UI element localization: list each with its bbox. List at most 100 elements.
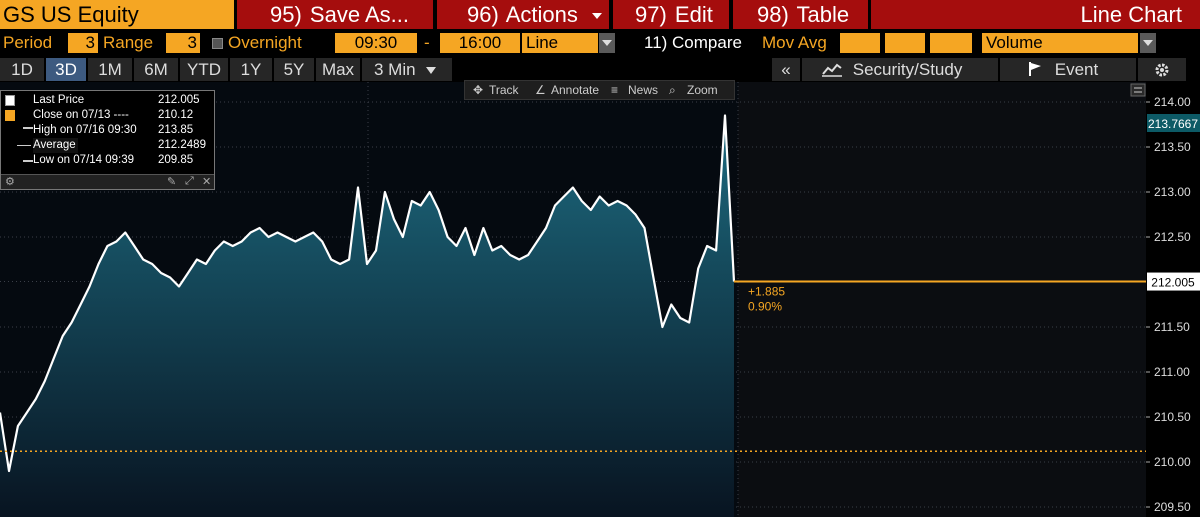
close-icon[interactable]: ✕ bbox=[202, 175, 211, 188]
annotate-icon[interactable]: ∠ bbox=[535, 81, 546, 100]
legend-value: 209.85 bbox=[158, 154, 194, 166]
tab-5y[interactable]: 5Y bbox=[274, 58, 314, 81]
legend-value: 212.005 bbox=[158, 94, 200, 106]
title-bar: GS US Equity 95) Save As... 96) Actions … bbox=[0, 0, 1200, 49]
tab-ytd[interactable]: YTD bbox=[180, 58, 228, 81]
last-price-tag: 212.005 bbox=[1151, 276, 1195, 290]
legend-toolbar: ⚙ ✎ ⤢ ✕ bbox=[1, 174, 214, 189]
mov-avg-field-3[interactable] bbox=[930, 33, 972, 53]
save-as-button[interactable]: 95) Save As... bbox=[237, 0, 433, 29]
overnight-checkbox[interactable] bbox=[212, 38, 223, 49]
news-icon[interactable]: ≡ bbox=[611, 81, 618, 100]
annotate-button[interactable]: Annotate bbox=[551, 81, 599, 100]
chart-style-select[interactable]: Line bbox=[522, 33, 598, 53]
average-marker-icon bbox=[17, 145, 31, 146]
interval-caret-icon bbox=[426, 67, 437, 75]
chart-type-title: Line Chart bbox=[871, 0, 1200, 29]
y-tick-label: 213.50 bbox=[1154, 140, 1191, 154]
legend-value: 212.2489 bbox=[158, 139, 206, 151]
table-num: 98) bbox=[757, 2, 789, 27]
y-tick-label: 213.00 bbox=[1154, 185, 1191, 199]
close-swatch-icon bbox=[5, 110, 15, 121]
overnight-label: Overnight bbox=[228, 33, 302, 52]
start-time-input[interactable]: 09:30 bbox=[335, 33, 417, 53]
legend-box[interactable]: Last Price 212.005 Close on 07/13 ---- 2… bbox=[0, 90, 215, 190]
legend-high: High on 07/16 09:30 213.85 bbox=[1, 123, 214, 138]
legend-last-price: Last Price 212.005 bbox=[1, 93, 214, 108]
edit-label: Edit bbox=[674, 2, 713, 27]
track-button[interactable]: Track bbox=[489, 81, 519, 100]
interval-select[interactable]: 3 Min bbox=[362, 58, 452, 81]
save-as-num: 95) bbox=[270, 2, 302, 27]
interval-label: 3 Min bbox=[374, 60, 416, 79]
tab-1d[interactable]: 1D bbox=[0, 58, 44, 81]
y-tick-label: 212.50 bbox=[1154, 230, 1191, 244]
settings-gear-icon[interactable] bbox=[1138, 58, 1186, 81]
legend-gear-icon[interactable]: ⚙ bbox=[5, 175, 15, 188]
ticker-field[interactable]: GS US Equity bbox=[0, 0, 234, 29]
legend-name: Average bbox=[33, 138, 78, 153]
range-label: Range bbox=[103, 33, 154, 52]
y-tick-label: 214.00 bbox=[1154, 95, 1191, 109]
end-time-input[interactable]: 16:00 bbox=[440, 33, 520, 53]
current-marker-label: 213.7667 bbox=[1148, 117, 1198, 131]
mov-avg-label: Mov Avg bbox=[762, 33, 827, 52]
mov-avg-field-1[interactable] bbox=[840, 33, 880, 53]
edit-button[interactable]: 97) Edit bbox=[613, 0, 729, 49]
edit-num: 97) bbox=[635, 2, 667, 27]
ticker-text: GS US Equity bbox=[3, 2, 139, 27]
legend-name: High on 07/16 09:30 bbox=[33, 124, 137, 136]
table-label: Table bbox=[796, 2, 850, 27]
tab-max[interactable]: Max bbox=[316, 58, 360, 81]
tab-3d[interactable]: 3D bbox=[46, 58, 86, 81]
chart-toolbar: ✥ Track ∠ Annotate ≡ News ⌕ Zoom bbox=[464, 80, 735, 100]
tab-1m[interactable]: 1M bbox=[88, 58, 132, 81]
volume-dropdown-icon[interactable] bbox=[1140, 33, 1156, 53]
actions-num: 96) bbox=[467, 2, 499, 27]
legend-value: 210.12 bbox=[158, 109, 194, 121]
period-input[interactable]: 3 bbox=[68, 33, 98, 53]
actions-button[interactable]: 96) Actions bbox=[437, 0, 609, 29]
mov-avg-field-2[interactable] bbox=[885, 33, 925, 53]
chart-annotations: +1.8850.90% bbox=[748, 285, 785, 314]
change-label: +1.885 bbox=[748, 285, 785, 299]
compare-button[interactable]: 11) Compare bbox=[644, 30, 742, 56]
legend-low: Low on 07/14 09:39 209.85 bbox=[1, 153, 214, 168]
save-as-label: Save As... bbox=[309, 2, 409, 27]
table-button[interactable]: 98) Table bbox=[733, 0, 868, 29]
pin-icon[interactable]: ✎ bbox=[167, 175, 176, 188]
tab-6m[interactable]: 6M bbox=[134, 58, 178, 81]
legend-value: 213.85 bbox=[158, 124, 194, 136]
track-icon[interactable]: ✥ bbox=[473, 81, 483, 100]
y-tick-label: 210.00 bbox=[1154, 455, 1191, 469]
security-study-button[interactable]: Security/Study bbox=[802, 58, 998, 81]
volume-select[interactable]: Volume bbox=[982, 33, 1138, 53]
chart-style-dropdown-icon[interactable] bbox=[599, 33, 615, 53]
tab-1y[interactable]: 1Y bbox=[230, 58, 272, 81]
flag-icon bbox=[1028, 59, 1042, 76]
collapse-button[interactable]: « bbox=[772, 58, 800, 81]
y-tick-label: 211.00 bbox=[1154, 365, 1190, 379]
security-study-label: Security/Study bbox=[852, 60, 963, 79]
legend-name: Low on 07/14 09:39 bbox=[33, 154, 135, 166]
chart-icon bbox=[822, 60, 842, 77]
zoom-icon[interactable]: ⌕ bbox=[669, 81, 676, 100]
scale-icon[interactable] bbox=[1130, 83, 1146, 97]
expand-icon[interactable]: ⤢ bbox=[185, 175, 194, 188]
range-input[interactable]: 3 bbox=[166, 33, 200, 53]
last-price-swatch-icon bbox=[5, 95, 15, 106]
y-tick-label: 211.50 bbox=[1154, 320, 1190, 334]
zoom-button[interactable]: Zoom bbox=[687, 81, 718, 100]
high-marker-icon bbox=[23, 127, 33, 129]
period-label: Period bbox=[3, 33, 53, 52]
actions-caret-icon bbox=[591, 13, 602, 20]
news-button[interactable]: News bbox=[628, 81, 658, 100]
legend-name: Last Price bbox=[33, 94, 85, 106]
legend-average: Average 212.2489 bbox=[1, 138, 214, 153]
settings-row: Period 3 Range 3 Overnight 09:30 - 16:00… bbox=[0, 30, 1200, 56]
y-tick-label: 210.50 bbox=[1154, 410, 1191, 424]
event-button[interactable]: Event bbox=[1000, 58, 1136, 81]
actions-label: Actions bbox=[505, 2, 578, 27]
legend-close: Close on 07/13 ---- 210.12 bbox=[1, 108, 214, 123]
legend-name: Close on 07/13 ---- bbox=[33, 109, 129, 121]
